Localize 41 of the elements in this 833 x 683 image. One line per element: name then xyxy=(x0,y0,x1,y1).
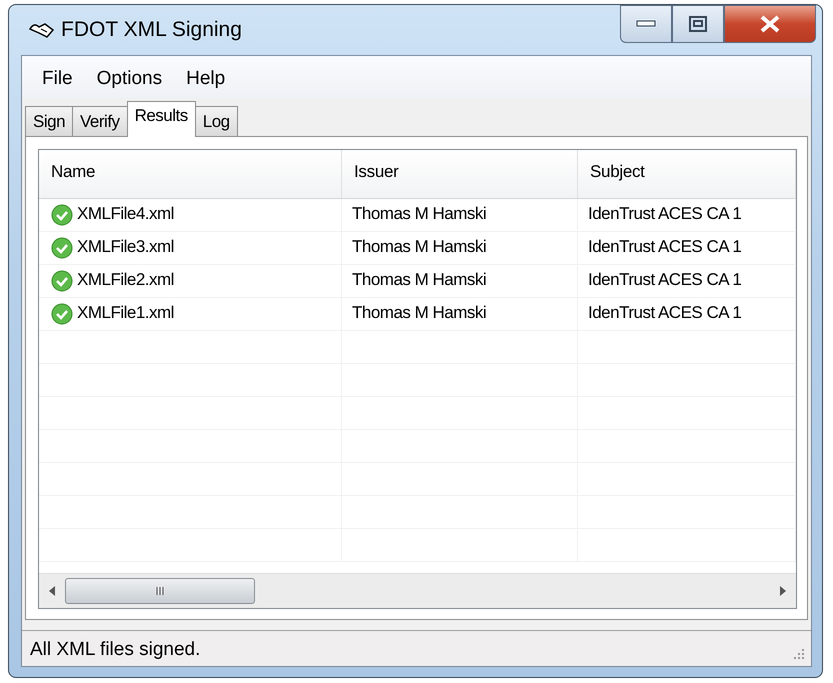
tab[interactable]: Verify xyxy=(72,106,128,136)
tab[interactable]: Results xyxy=(126,101,196,137)
check-icon xyxy=(51,204,73,226)
close-button[interactable] xyxy=(724,5,816,43)
check-icon xyxy=(51,303,73,325)
column-header[interactable]: Name xyxy=(39,150,342,198)
right-arrow-icon[interactable] xyxy=(779,585,787,597)
subject-cell: IdenTrust ACES CA 1 xyxy=(588,303,742,323)
status-text: All XML files signed. xyxy=(30,638,200,660)
file-name: XMLFile2.xml xyxy=(77,270,174,290)
app-icon xyxy=(29,21,55,39)
horizontal-scrollbar[interactable] xyxy=(39,573,796,608)
subject-cell: IdenTrust ACES CA 1 xyxy=(588,237,742,257)
check-icon xyxy=(51,237,73,259)
tab[interactable]: Sign xyxy=(25,106,74,136)
menu-item[interactable]: Options xyxy=(86,64,172,94)
tab[interactable]: Log xyxy=(194,106,238,136)
grip-icon xyxy=(155,586,165,596)
window-title: FDOT XML Signing xyxy=(61,18,242,42)
close-icon xyxy=(759,15,781,33)
issuer-cell: Thomas M Hamski xyxy=(352,204,486,224)
file-name: XMLFile1.xml xyxy=(77,303,174,323)
subject-cell: IdenTrust ACES CA 1 xyxy=(588,204,742,224)
minimize-icon xyxy=(636,20,656,28)
left-arrow-icon[interactable] xyxy=(48,585,56,597)
issuer-cell: Thomas M Hamski xyxy=(352,303,486,323)
menu-item[interactable]: Help xyxy=(176,64,236,94)
subject-cell: IdenTrust ACES CA 1 xyxy=(588,270,742,290)
column-header[interactable]: Subject xyxy=(578,150,796,198)
maximize-button[interactable] xyxy=(672,5,724,43)
maximize-icon xyxy=(688,15,708,33)
check-icon xyxy=(51,270,73,292)
file-name: XMLFile3.xml xyxy=(77,237,174,257)
issuer-cell: Thomas M Hamski xyxy=(352,237,486,257)
size-grip-icon[interactable] xyxy=(791,648,805,662)
column-header[interactable]: Issuer xyxy=(342,150,578,198)
minimize-button[interactable] xyxy=(620,5,672,43)
issuer-cell: Thomas M Hamski xyxy=(352,270,486,290)
menu-item[interactable]: File xyxy=(32,64,83,94)
scroll-thumb[interactable] xyxy=(65,578,255,604)
file-name: XMLFile4.xml xyxy=(77,204,174,224)
